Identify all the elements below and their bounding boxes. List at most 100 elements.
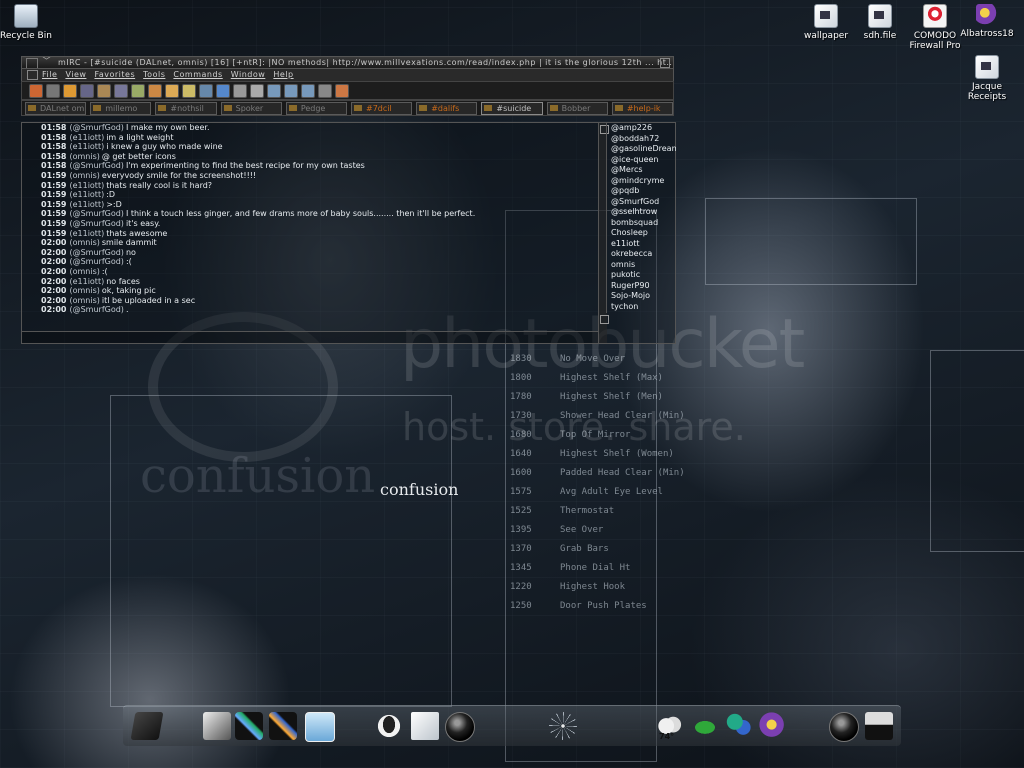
nick-list-item[interactable]: @Mercs bbox=[607, 165, 676, 176]
dock-bird[interactable] bbox=[757, 710, 789, 742]
tile-horizontal-icon[interactable] bbox=[284, 83, 298, 98]
dock-pen-tool[interactable] bbox=[233, 710, 265, 742]
tile-vertical-icon[interactable] bbox=[301, 83, 315, 98]
nick-list-item[interactable]: @gasolineDream bbox=[607, 144, 676, 155]
switchbar-tab[interactable]: Bobber bbox=[546, 101, 608, 115]
notify-icon[interactable] bbox=[199, 83, 213, 98]
dock-orb[interactable] bbox=[443, 710, 475, 742]
chat-nick[interactable]: (@SmurfGod) bbox=[69, 209, 123, 218]
nick-list-item[interactable]: @pqdb bbox=[607, 186, 676, 197]
switchbar-tab[interactable]: Pedge bbox=[285, 101, 348, 115]
chat-nick[interactable]: (@SmurfGod) bbox=[69, 123, 123, 132]
scroll-down-icon[interactable] bbox=[600, 315, 609, 324]
dock-messenger[interactable] bbox=[723, 710, 755, 742]
chat-nick[interactable]: (@SmurfGod) bbox=[69, 248, 123, 257]
connect-icon[interactable] bbox=[29, 83, 43, 98]
nick-list-item[interactable]: tychon bbox=[607, 302, 676, 313]
mirc-title-bar[interactable]: ﹀ mIRC - [#suicide (DALnet, omnis) [16] … bbox=[21, 56, 674, 69]
arrange-icon[interactable] bbox=[318, 83, 332, 98]
cascade-icon[interactable] bbox=[267, 83, 281, 98]
chat-nick[interactable]: (omnis) bbox=[69, 238, 99, 247]
chat-nick[interactable]: (@SmurfGod) bbox=[69, 219, 123, 228]
desktop-icon-jacque-receipts[interactable]: Jacque Receipts bbox=[955, 55, 1019, 102]
switchbar-tab[interactable]: #nothsil bbox=[155, 101, 217, 115]
chat-nick[interactable]: (e11iott) bbox=[69, 190, 104, 199]
help-icon[interactable] bbox=[335, 83, 349, 98]
chat-nick[interactable]: (omnis) bbox=[69, 296, 99, 305]
dock-printer[interactable] bbox=[863, 710, 895, 742]
nick-list-item[interactable]: @SmurfGod bbox=[607, 197, 676, 208]
switchbar-tab[interactable]: #help-ik bbox=[611, 101, 674, 115]
chat-nick[interactable]: (@SmurfGod) bbox=[69, 257, 123, 266]
colors-icon[interactable] bbox=[131, 83, 145, 98]
log-icon[interactable] bbox=[233, 83, 247, 98]
switchbar-tab[interactable]: Spoker bbox=[220, 101, 282, 115]
chat-nick[interactable]: (e11iott) bbox=[69, 277, 104, 286]
chat-nick[interactable]: (omnis) bbox=[69, 286, 99, 295]
menu-window[interactable]: Window bbox=[231, 69, 266, 81]
dock-tablet[interactable] bbox=[201, 710, 233, 742]
chevron-down-icon[interactable]: ﹀ bbox=[42, 57, 52, 68]
favorites-icon[interactable] bbox=[63, 83, 77, 98]
chat-log[interactable]: 01:58 (@SmurfGod) I make my own beer. 01:58… bbox=[22, 123, 598, 343]
options-icon[interactable] bbox=[46, 83, 60, 98]
chat-nick[interactable]: (e11iott) bbox=[69, 142, 104, 151]
dock-document[interactable] bbox=[409, 710, 441, 742]
address-book-icon[interactable] bbox=[114, 83, 128, 98]
nick-list-item[interactable]: @amp226 bbox=[607, 123, 676, 134]
chat-nick[interactable]: (e11iott) bbox=[69, 200, 104, 209]
nick-list-item[interactable]: @mindcryme bbox=[607, 176, 676, 187]
urls-icon[interactable] bbox=[216, 83, 230, 98]
nick-list-item[interactable]: okrebecca bbox=[607, 249, 676, 260]
chat-nick[interactable]: (e11iott) bbox=[69, 133, 104, 142]
dcc-chat-icon[interactable] bbox=[165, 83, 179, 98]
switchbar-tab[interactable]: #dalifs bbox=[416, 101, 478, 115]
nick-list-item[interactable]: @sselhtrow bbox=[607, 207, 676, 218]
dcc-send-icon[interactable] bbox=[148, 83, 162, 98]
menu-commands[interactable]: Commands bbox=[173, 69, 222, 81]
chat-nick[interactable]: (@SmurfGod) bbox=[69, 161, 123, 170]
nick-list-item[interactable]: @ice-queen bbox=[607, 155, 676, 166]
close-icon[interactable] bbox=[660, 58, 670, 68]
nick-list-item[interactable]: pukotic bbox=[607, 270, 676, 281]
dock-orb-2[interactable] bbox=[827, 710, 859, 742]
nick-list-item[interactable]: bombsquad bbox=[607, 218, 676, 229]
dock-phone[interactable] bbox=[130, 710, 164, 742]
switchbar-tab[interactable]: #7dcil bbox=[351, 101, 413, 115]
script-editor-icon[interactable] bbox=[97, 83, 111, 98]
dock-pen-tool-2[interactable] bbox=[267, 710, 299, 742]
chat-nick[interactable]: (@SmurfGod) bbox=[69, 305, 123, 314]
channel-list-icon[interactable] bbox=[80, 83, 94, 98]
nick-list-item[interactable]: RugerP90 bbox=[607, 281, 676, 292]
dock-weather[interactable]: 74° bbox=[653, 710, 685, 742]
desktop-icon-albatross18[interactable]: Albatross18 bbox=[955, 4, 1019, 39]
menu-help[interactable]: Help bbox=[273, 69, 293, 81]
dock-spider-web[interactable] bbox=[547, 710, 579, 742]
dock-alien[interactable] bbox=[373, 710, 405, 742]
channel-icon[interactable] bbox=[27, 70, 38, 80]
dock-app[interactable] bbox=[303, 710, 335, 742]
chat-nick[interactable]: (e11iott) bbox=[69, 181, 104, 190]
menu-tools[interactable]: Tools bbox=[143, 69, 165, 81]
switchbar-tab-active[interactable]: #suicide bbox=[481, 101, 543, 115]
folder-icon[interactable] bbox=[182, 83, 196, 98]
chat-nick[interactable]: (e11iott) bbox=[69, 229, 104, 238]
dock-gecko[interactable] bbox=[689, 710, 721, 742]
chat-input[interactable] bbox=[22, 331, 598, 343]
switchbar-tab[interactable]: DALnet om bbox=[25, 101, 87, 115]
chat-nick[interactable]: (omnis) bbox=[69, 152, 99, 161]
menu-favorites[interactable]: Favorites bbox=[94, 69, 135, 81]
nick-list-item[interactable]: e11iott bbox=[607, 239, 676, 250]
nick-list-item[interactable]: Sojo-Mojo bbox=[607, 291, 676, 302]
chat-nick[interactable]: (omnis) bbox=[69, 171, 99, 180]
mirc-window[interactable]: ﹀ mIRC - [#suicide (DALnet, omnis) [16] … bbox=[21, 56, 676, 344]
nick-list[interactable]: @amp226 @boddah72 @gasolineDream @ice-queen… bbox=[606, 123, 676, 313]
nick-list-item[interactable]: Chosleep bbox=[607, 228, 676, 239]
menu-file[interactable]: File bbox=[42, 69, 57, 81]
chat-nick[interactable]: (omnis) bbox=[69, 267, 99, 276]
menu-view[interactable]: View bbox=[65, 69, 86, 81]
nick-list-item[interactable]: @boddah72 bbox=[607, 134, 676, 145]
switchbar-tab[interactable]: millemo bbox=[90, 101, 152, 115]
desktop-icon-recycle-bin[interactable]: Recycle Bin bbox=[0, 4, 58, 41]
received-files-icon[interactable] bbox=[250, 83, 264, 98]
